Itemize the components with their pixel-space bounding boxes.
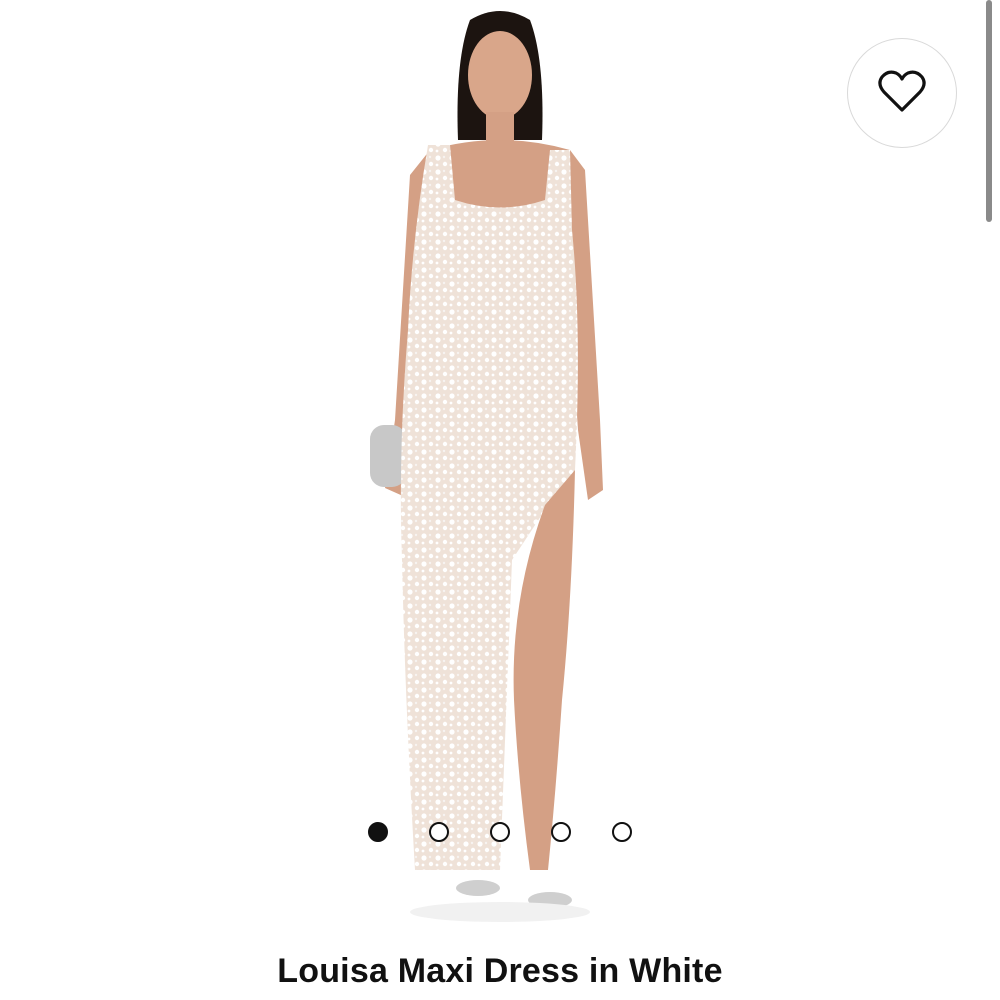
carousel-dot-3[interactable]: [490, 822, 510, 842]
product-image[interactable]: [0, 0, 1000, 940]
wishlist-button[interactable]: [847, 38, 957, 148]
scrollbar[interactable]: [986, 0, 992, 222]
heart-icon: [878, 69, 926, 118]
carousel-dot-1[interactable]: [368, 822, 388, 842]
carousel-indicators: [0, 822, 1000, 846]
carousel-dot-2[interactable]: [429, 822, 449, 842]
model-illustration: [370, 11, 603, 922]
product-title: Louisa Maxi Dress in White: [277, 952, 723, 990]
carousel-dot-5[interactable]: [612, 822, 632, 842]
carousel-dot-4[interactable]: [551, 822, 571, 842]
